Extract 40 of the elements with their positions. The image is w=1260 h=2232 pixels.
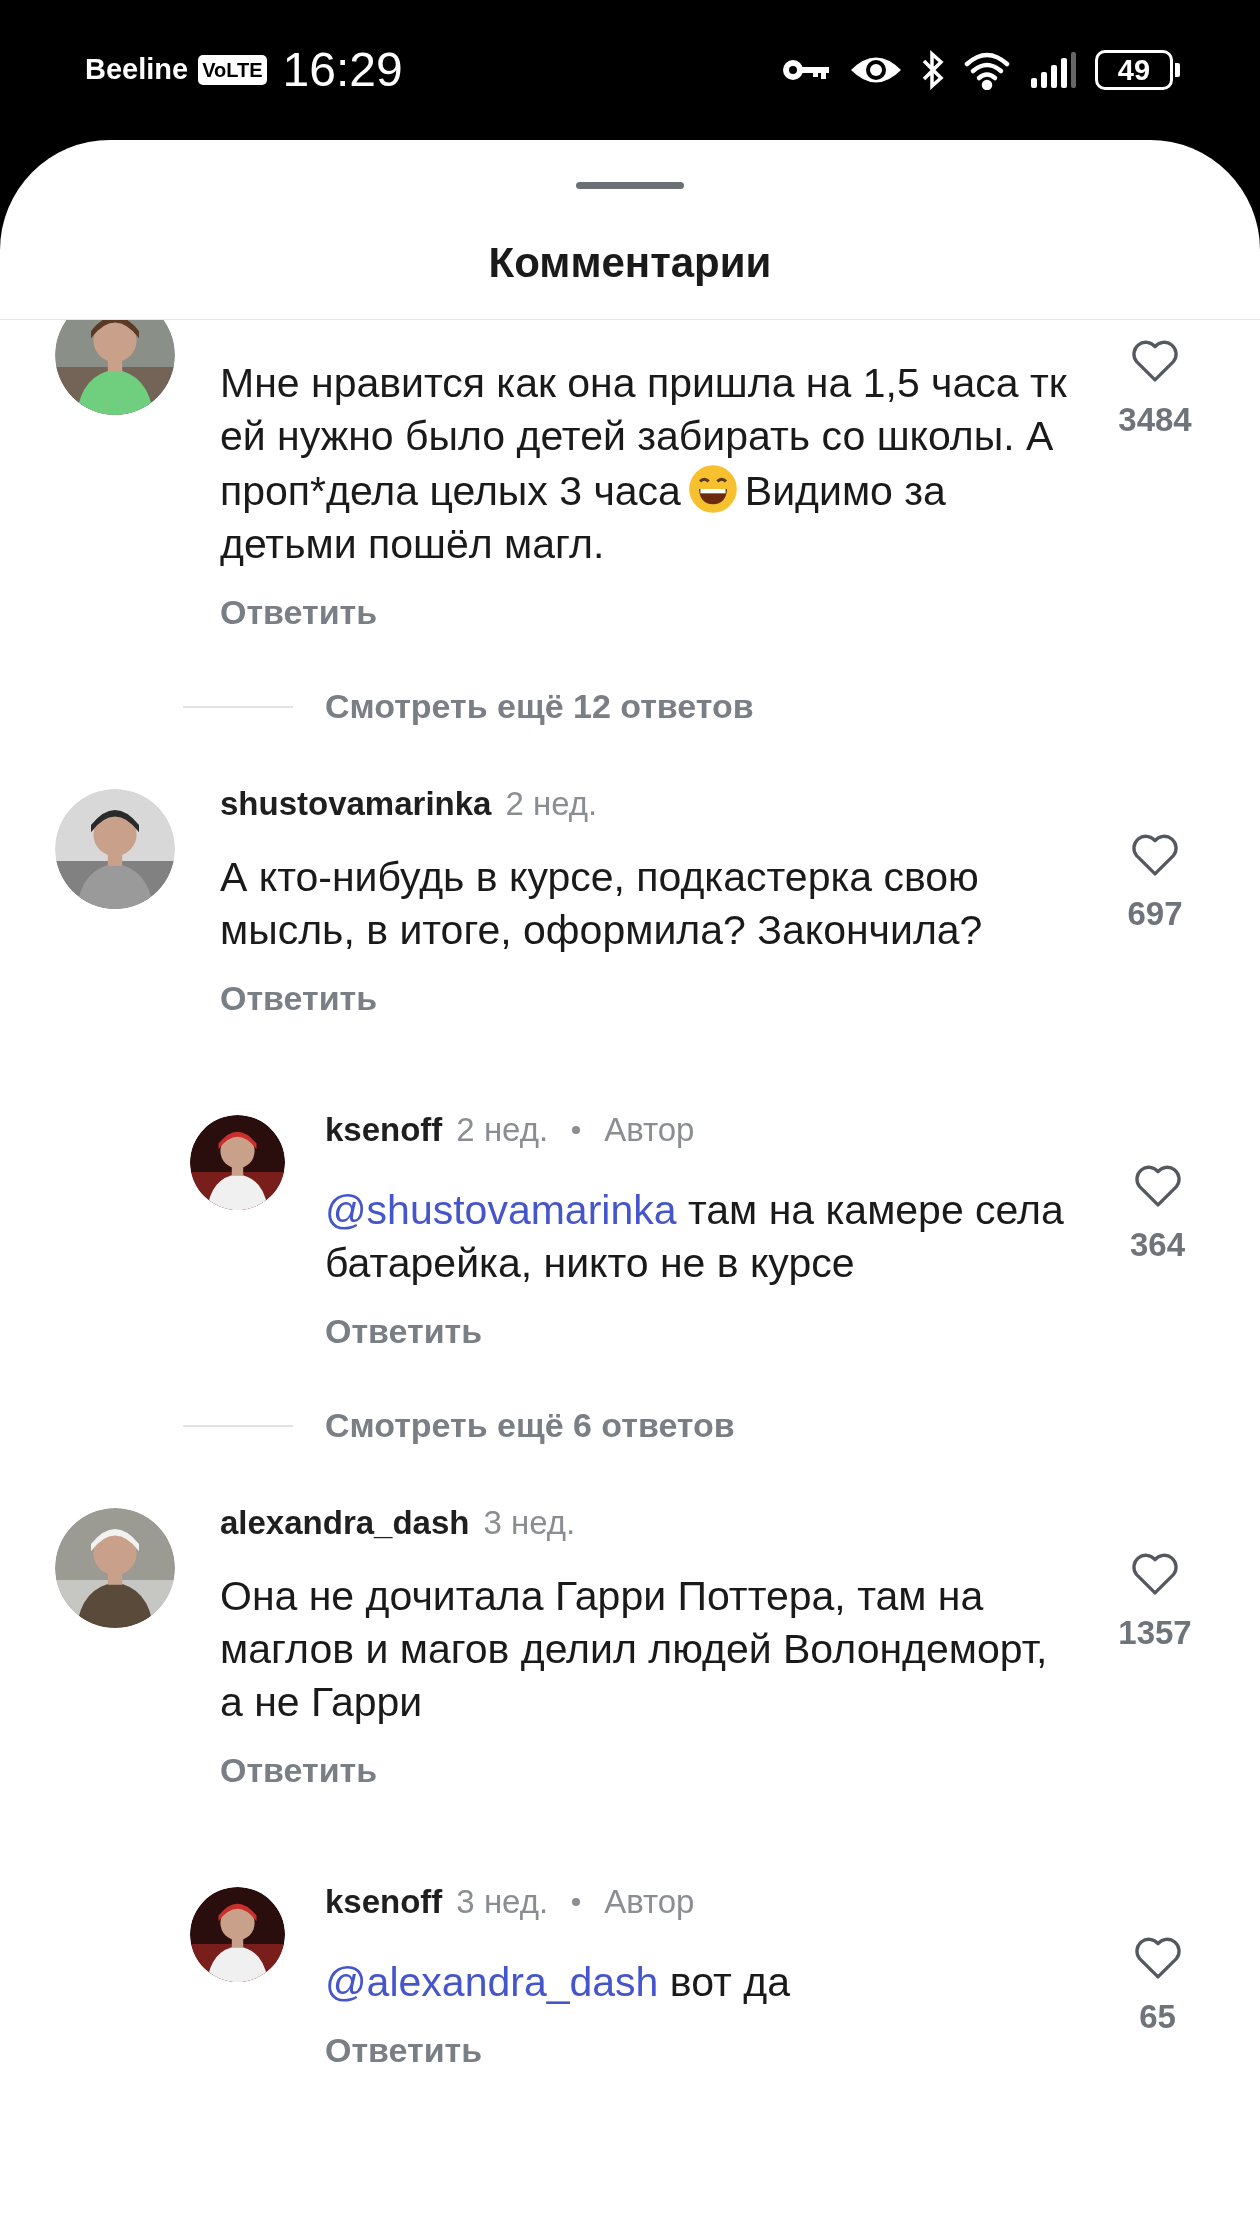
- comment-time: 3 нед.: [483, 1503, 576, 1543]
- bluetooth-icon: [921, 50, 945, 90]
- username[interactable]: shustovamarinka: [220, 784, 492, 824]
- comment-text: @shustovamarinka там на камере села батарейка, никто не в курсе: [325, 1186, 1065, 1288]
- mention-link[interactable]: @alexandra_dash: [325, 1959, 659, 2005]
- comment-time: 2 нед.: [456, 1110, 549, 1150]
- comment-text: А кто-нибудь в курсе, подкастерка свою мысль, в итоге, оформила? Закончила?: [220, 853, 984, 955]
- wifi-icon: [963, 50, 1011, 90]
- network-badge: VoLTE: [198, 55, 267, 85]
- username[interactable]: ksenoff: [325, 1110, 443, 1150]
- like-count: 3484: [1118, 400, 1192, 440]
- comment-time: 3 нед.: [456, 1882, 549, 1922]
- username[interactable]: alexandra_dash: [220, 1503, 470, 1543]
- comment-text: Она не дочитала Гарри Поттера, там на маглов и магов делил людей Волондеморт, а не Гарри: [220, 1572, 1049, 1727]
- reply-link[interactable]: Ответить: [220, 979, 378, 1017]
- username[interactable]: ksenoff: [325, 1882, 443, 1922]
- like-count: 1357: [1118, 1613, 1192, 1653]
- key-icon: [781, 57, 831, 83]
- grinning-emoji-icon: [686, 463, 739, 515]
- like-count: 697: [1127, 894, 1183, 934]
- view-more-replies[interactable]: Смотреть ещё 6 ответов: [325, 1400, 735, 1451]
- comment-text: Мне нравится как она пришла на 1,5 часа тк ей нужно было детей забирать со школы. А проп*дела целых 3 часа Видимо за детьми пошёл магл.: [220, 359, 1068, 569]
- reply-link[interactable]: Ответить: [325, 1312, 483, 1350]
- mention-link[interactable]: @shustovamarinka: [325, 1187, 677, 1233]
- sheet-title: Комментарии: [488, 238, 772, 288]
- carrier-name: Beeline: [85, 52, 189, 88]
- signal-icon: [1029, 50, 1077, 90]
- comment-text: @alexandra_dash вот да: [325, 1958, 791, 2007]
- drag-handle[interactable]: [576, 182, 684, 189]
- comment-time: 2 нед.: [505, 784, 598, 824]
- like-count: 364: [1129, 1225, 1186, 1265]
- reply-link[interactable]: Ответить: [220, 593, 378, 631]
- battery-indicator: 49: [1095, 50, 1180, 90]
- reply-link[interactable]: Ответить: [220, 1751, 378, 1789]
- author-label: Автор: [604, 1882, 695, 1922]
- clock: 16:29: [282, 42, 403, 98]
- author-label: Автор: [604, 1110, 695, 1150]
- view-more-replies[interactable]: Смотреть ещё 12 ответов: [325, 681, 754, 732]
- reply-link[interactable]: Ответить: [325, 2031, 483, 2069]
- like-count: 65: [1139, 1997, 1176, 2037]
